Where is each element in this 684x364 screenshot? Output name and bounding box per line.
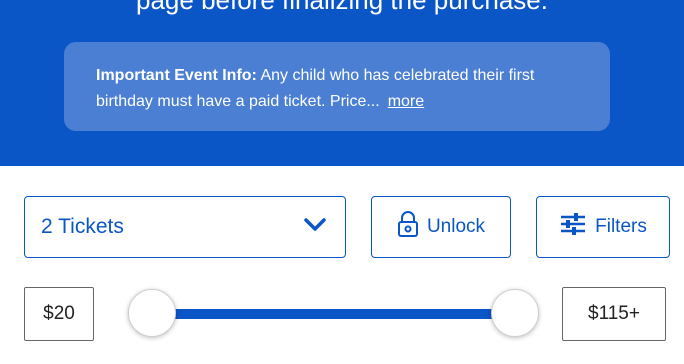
lock-icon (397, 210, 419, 244)
filters-label: Filters (595, 216, 647, 237)
price-min-value: $20 (43, 303, 75, 324)
price-min-handle[interactable] (128, 289, 176, 337)
filters-button[interactable]: Filters (536, 196, 670, 258)
sliders-icon (559, 212, 587, 242)
price-min-field[interactable]: $20 (24, 287, 94, 341)
price-max-value: $115+ (588, 303, 640, 324)
ticket-quantity-select[interactable]: 2 Tickets (24, 196, 346, 258)
header-band: page before finalizing the purchase. Imp… (0, 0, 684, 166)
unlock-button[interactable]: Unlock (371, 196, 511, 258)
unlock-label: Unlock (426, 216, 486, 237)
chevron-down-icon (303, 215, 327, 239)
header-partial-text: page before finalizing the purchase. (136, 0, 548, 15)
ticket-quantity-value: 2 Tickets (41, 215, 124, 238)
price-range-track[interactable] (152, 309, 516, 319)
event-info-label: Important Event Info: (96, 67, 257, 84)
event-info-banner: Important Event Info: Any child who has … (64, 42, 610, 131)
more-link[interactable]: more (388, 93, 424, 110)
price-max-field[interactable]: $115+ (562, 287, 666, 341)
price-max-handle[interactable] (491, 289, 539, 337)
